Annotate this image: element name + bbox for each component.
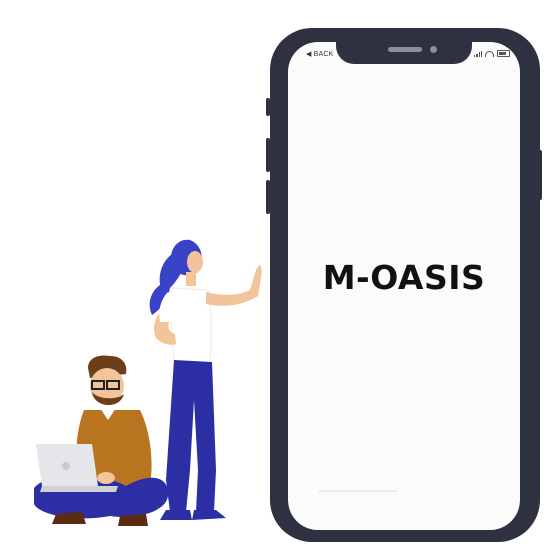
back-button[interactable]: ◀ BACK xyxy=(306,50,334,59)
back-label: BACK xyxy=(313,50,334,58)
wifi-icon xyxy=(485,50,494,57)
battery-icon xyxy=(497,50,510,57)
phone-mute-switch xyxy=(266,98,270,116)
signal-icon xyxy=(474,50,482,57)
man-with-laptop-figure xyxy=(34,355,169,526)
front-camera xyxy=(430,46,437,53)
home-indicator xyxy=(318,490,398,492)
app-title: M-OASIS xyxy=(322,258,486,297)
phone-power-button xyxy=(538,150,542,200)
phone-volume-down-button xyxy=(266,180,270,214)
back-triangle-icon: ◀ xyxy=(306,51,312,58)
phone-notch xyxy=(336,40,472,64)
woman-pointing-figure xyxy=(149,239,262,520)
status-icons xyxy=(474,50,510,57)
phone-volume-up-button xyxy=(266,138,270,172)
speaker-grille xyxy=(388,47,422,52)
